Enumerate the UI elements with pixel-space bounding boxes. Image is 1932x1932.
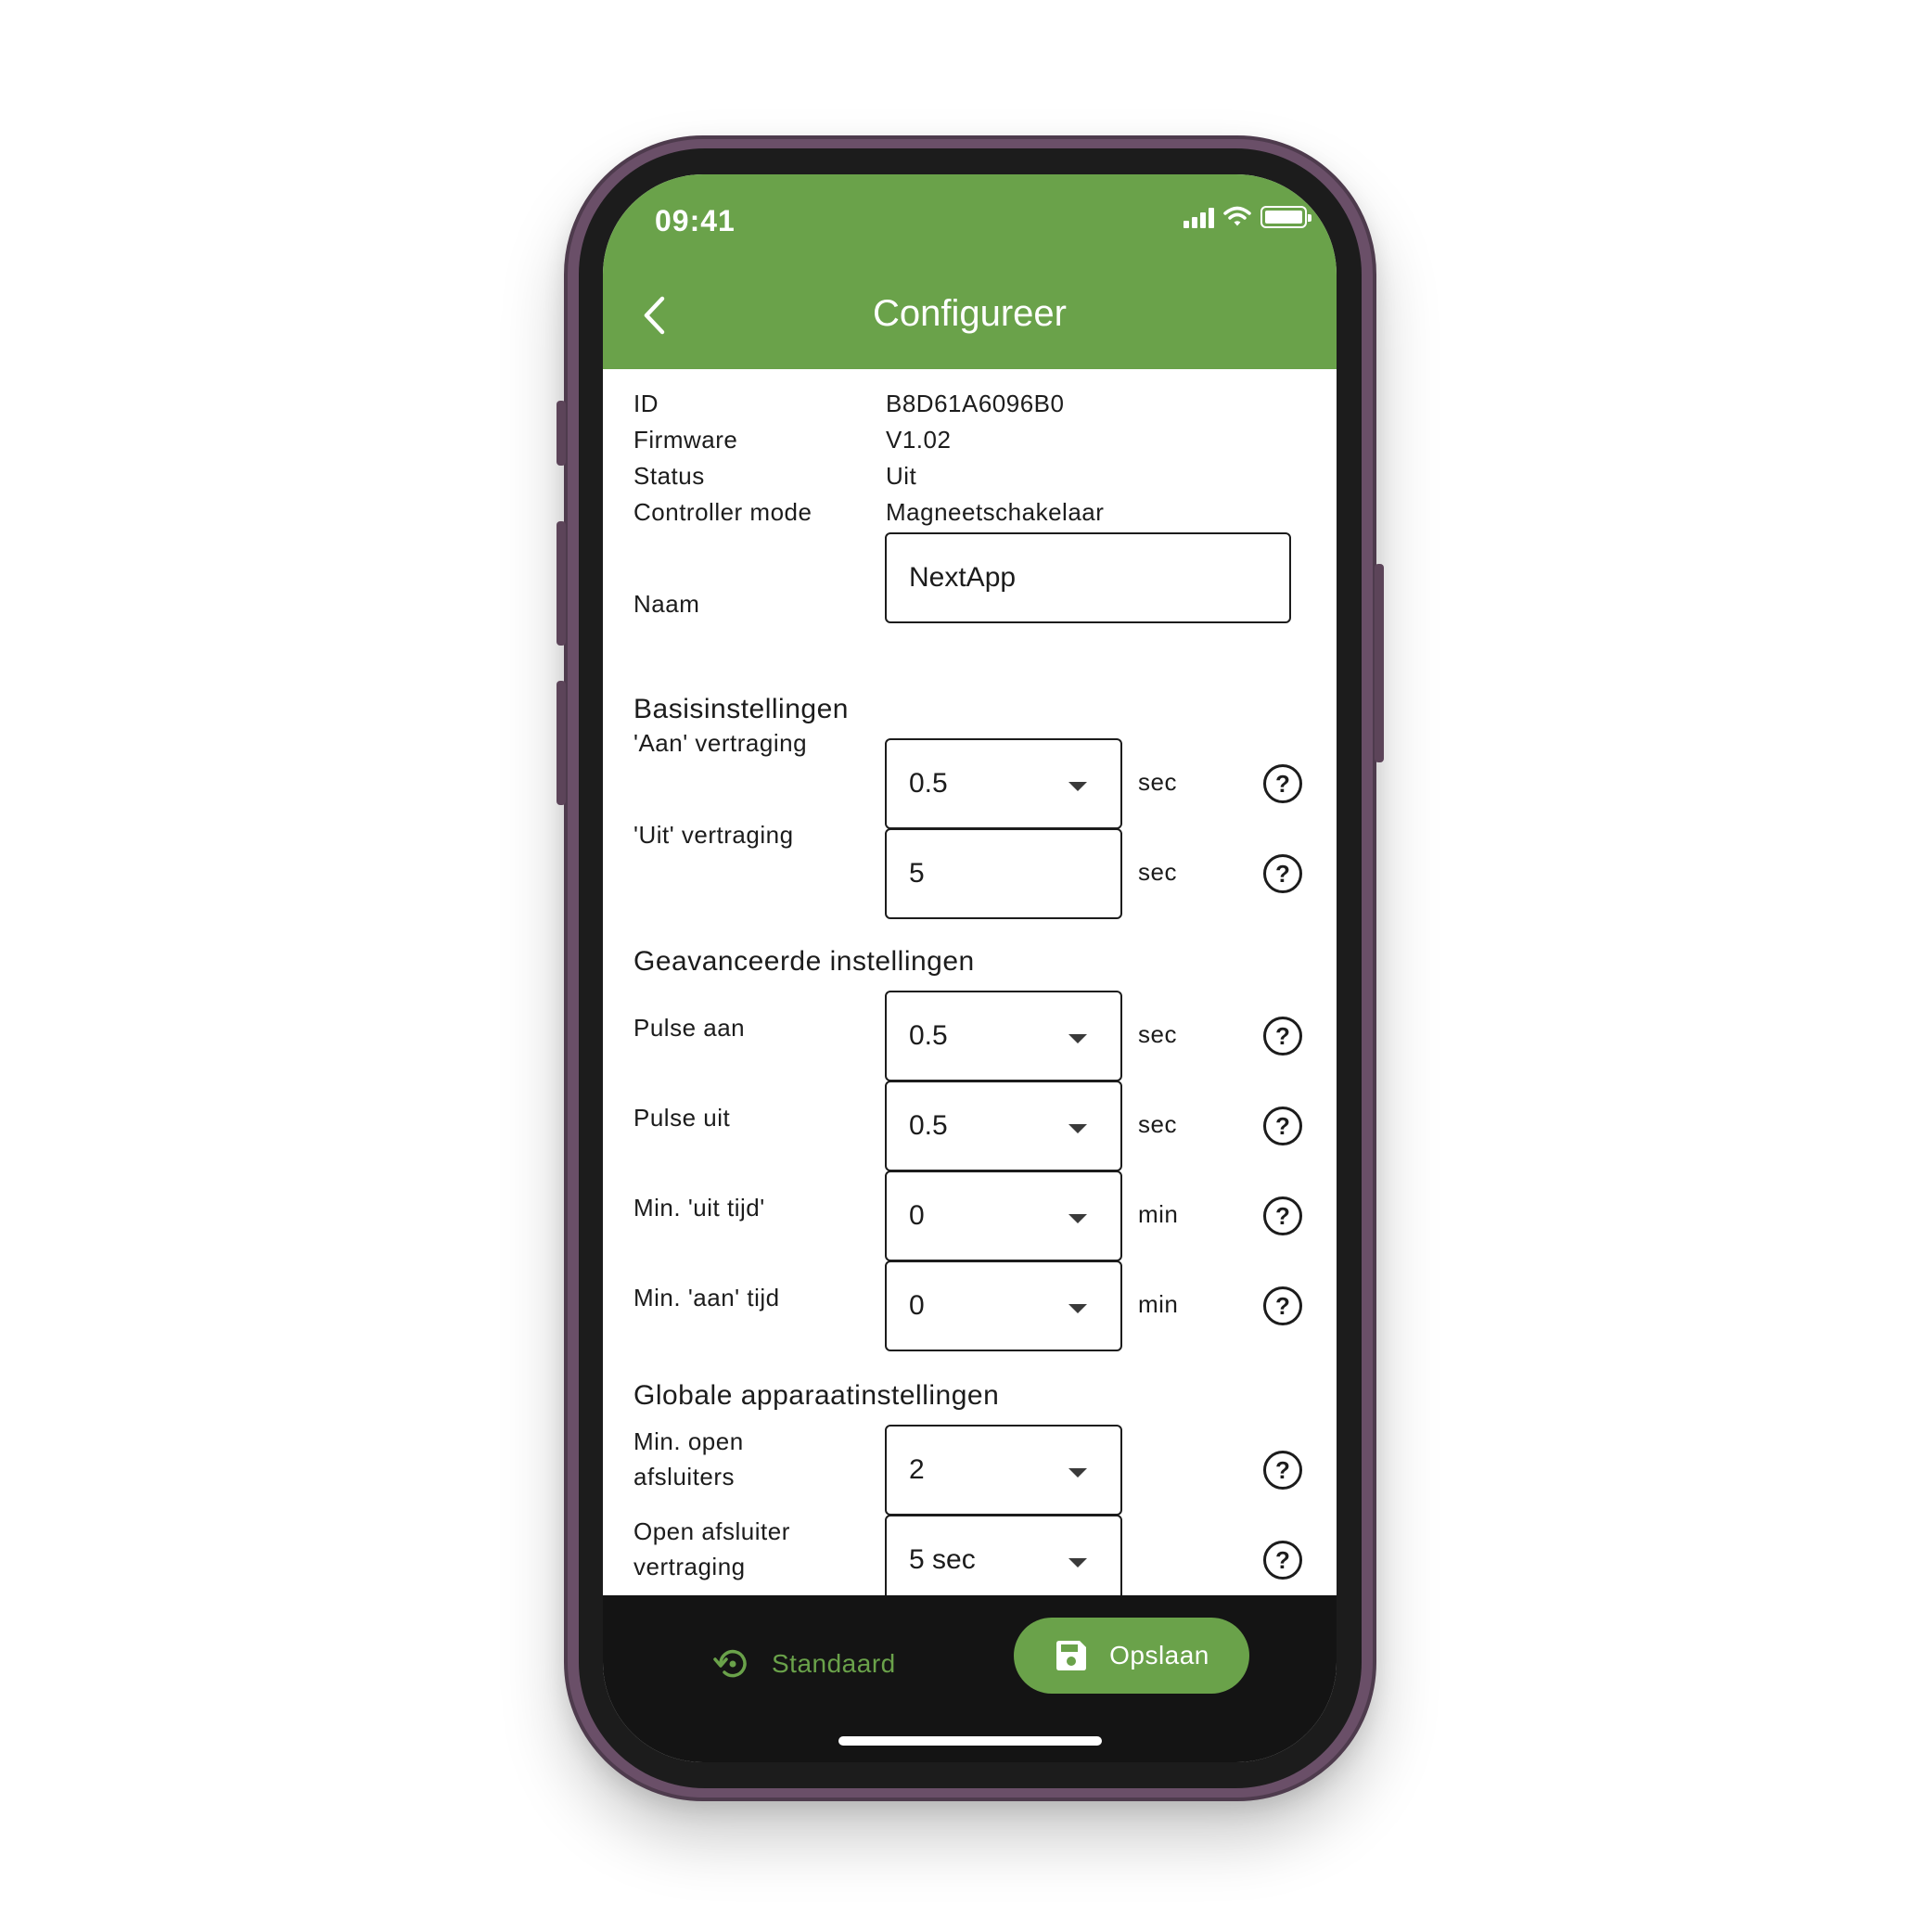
pulse-uit-help-icon[interactable]: ? <box>1263 1107 1302 1145</box>
uit-vertraging-input[interactable]: 5 <box>885 828 1122 919</box>
open-afsluiter-vertraging-label: Open afsluiter vertraging <box>633 1514 790 1584</box>
min-aan-tijd-value: 0 <box>909 1290 925 1321</box>
min-open-afsluiters-value: 2 <box>909 1454 925 1485</box>
pulse-uit-value: 0.5 <box>909 1110 948 1141</box>
info-label-controller-mode: Controller mode <box>633 498 812 526</box>
min-aan-tijd-label: Min. 'aan' tijd <box>633 1284 780 1311</box>
pulse-uit-unit: sec <box>1138 1110 1177 1138</box>
min-uit-tijd-select[interactable]: 0 <box>885 1171 1122 1261</box>
aan-vertraging-unit: sec <box>1138 768 1177 796</box>
open-afsluiter-vertraging-label-line1: Open afsluiter <box>633 1517 790 1545</box>
info-label-id: ID <box>633 390 659 417</box>
pulse-aan-label: Pulse aan <box>633 1014 746 1042</box>
min-uit-tijd-label: Min. 'uit tijd' <box>633 1194 765 1222</box>
min-open-afsluiters-label: Min. open afsluiters <box>633 1424 744 1494</box>
aan-vertraging-label: 'Aan' vertraging <box>633 729 808 757</box>
dropdown-caret-icon <box>1068 1304 1087 1313</box>
uit-vertraging-unit: sec <box>1138 858 1177 886</box>
min-aan-tijd-help-icon[interactable]: ? <box>1263 1286 1302 1325</box>
page-title: Configureer <box>872 293 1067 334</box>
pulse-aan-help-icon[interactable]: ? <box>1263 1017 1302 1056</box>
restore-icon <box>713 1649 747 1678</box>
info-value-firmware: V1.02 <box>886 426 952 454</box>
uit-vertraging-help-icon[interactable]: ? <box>1263 854 1302 893</box>
dropdown-caret-icon <box>1068 1034 1087 1043</box>
name-input[interactable]: NextApp <box>885 532 1291 623</box>
info-label-status: Status <box>633 462 705 490</box>
phone-mute-switch <box>557 401 566 466</box>
pulse-uit-select[interactable]: 0.5 <box>885 1081 1122 1171</box>
battery-icon <box>1260 206 1311 228</box>
dropdown-caret-icon <box>1068 782 1087 791</box>
bottom-action-bar: Standaard Opslaan <box>603 1595 1337 1762</box>
phone-volume-down-button <box>557 681 566 805</box>
opslaan-button-label: Opslaan <box>1109 1641 1209 1670</box>
name-input-value: NextApp <box>909 562 1017 593</box>
signal-icon <box>1184 206 1214 228</box>
config-content: ID B8D61A6096B0 Firmware V1.02 Status Ui… <box>603 369 1337 1762</box>
aan-vertraging-help-icon[interactable]: ? <box>1263 764 1302 803</box>
status-icons <box>1184 206 1311 228</box>
app-header: 09:41 Configureer <box>603 174 1337 369</box>
name-label: Naam <box>633 590 700 618</box>
dropdown-caret-icon <box>1068 1468 1087 1478</box>
phone-screen: 09:41 Configureer ID B8D61A6096B0 Firmwa… <box>603 174 1337 1762</box>
open-afsluiter-vertraging-label-line2: vertraging <box>633 1553 746 1580</box>
pulse-aan-value: 0.5 <box>909 1020 948 1051</box>
phone-volume-up-button <box>557 521 566 646</box>
section-basic-title: Basisinstellingen <box>633 694 849 724</box>
info-label-firmware: Firmware <box>633 426 738 454</box>
min-open-afsluiters-label-line1: Min. open <box>633 1427 744 1455</box>
standaard-button-label: Standaard <box>772 1649 896 1678</box>
uit-vertraging-value: 5 <box>909 858 925 889</box>
min-aan-tijd-unit: min <box>1138 1290 1179 1318</box>
min-uit-tijd-unit: min <box>1138 1200 1179 1228</box>
min-uit-tijd-help-icon[interactable]: ? <box>1263 1196 1302 1235</box>
aan-vertraging-value: 0.5 <box>909 768 948 799</box>
dropdown-caret-icon <box>1068 1124 1087 1133</box>
uit-vertraging-label: 'Uit' vertraging <box>633 821 794 849</box>
aan-vertraging-select[interactable]: 0.5 <box>885 738 1122 829</box>
open-afsluiter-vertraging-value: 5 sec <box>909 1544 976 1575</box>
info-value-status: Uit <box>886 462 917 490</box>
info-value-controller-mode: Magneetschakelaar <box>886 498 1105 526</box>
pulse-aan-unit: sec <box>1138 1020 1177 1048</box>
min-open-afsluiters-select[interactable]: 2 <box>885 1425 1122 1516</box>
info-value-id: B8D61A6096B0 <box>886 390 1065 417</box>
wifi-icon <box>1223 206 1251 226</box>
status-time: 09:41 <box>655 204 736 237</box>
open-afsluiter-vertraging-select[interactable]: 5 sec <box>885 1515 1122 1606</box>
min-aan-tijd-select[interactable]: 0 <box>885 1260 1122 1351</box>
section-global-title: Globale apparaatinstellingen <box>633 1380 1000 1411</box>
min-uit-tijd-value: 0 <box>909 1200 925 1231</box>
dropdown-caret-icon <box>1068 1214 1087 1223</box>
pulse-aan-select[interactable]: 0.5 <box>885 991 1122 1081</box>
phone-power-button <box>1375 564 1384 762</box>
standaard-button[interactable]: Standaard <box>712 1636 896 1692</box>
save-floppy-icon <box>1056 1641 1087 1670</box>
open-afsluiter-vertraging-help-icon[interactable]: ? <box>1263 1541 1302 1580</box>
min-open-afsluiters-help-icon[interactable]: ? <box>1263 1451 1302 1490</box>
dropdown-caret-icon <box>1068 1558 1087 1567</box>
opslaan-button[interactable]: Opslaan <box>1014 1618 1249 1694</box>
pulse-uit-label: Pulse uit <box>633 1104 731 1132</box>
min-open-afsluiters-label-line2: afsluiters <box>633 1463 736 1491</box>
section-advanced-title: Geavanceerde instellingen <box>633 946 975 977</box>
home-indicator[interactable] <box>838 1736 1102 1746</box>
